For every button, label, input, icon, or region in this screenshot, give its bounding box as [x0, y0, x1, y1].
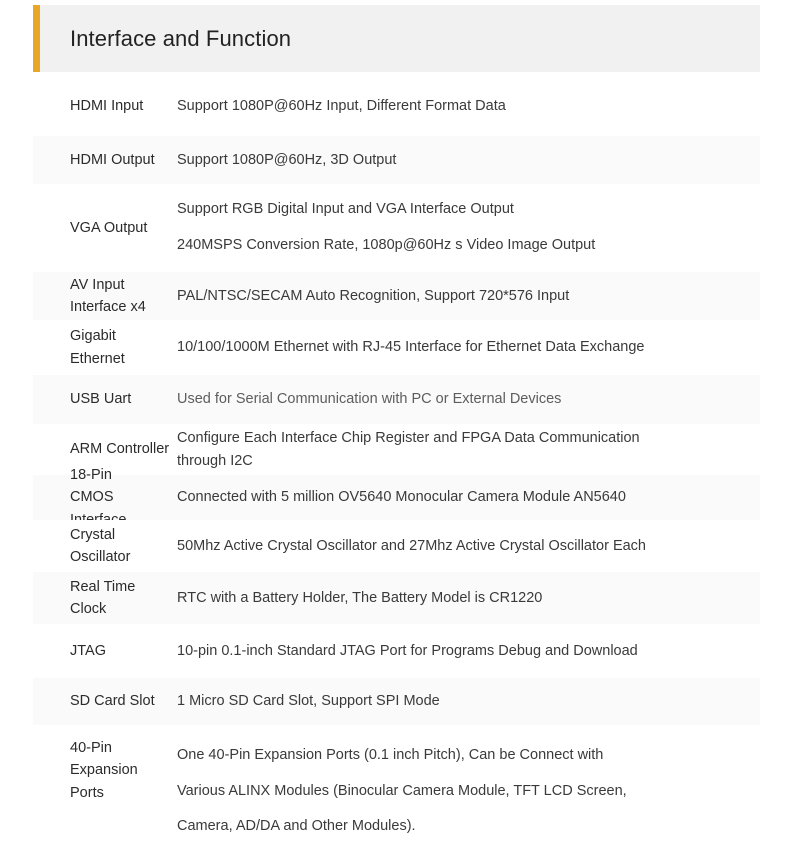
section-header: Interface and Function [33, 5, 760, 72]
row-label: Real Time Clock [70, 578, 136, 617]
row-description: Support RGB Digital Input and VGA Interf… [177, 201, 596, 253]
spec-sheet-page: Interface and Function HDMI Input Suppor… [0, 0, 790, 858]
row-description: One 40-Pin Expansion Ports (0.1 inch Pit… [177, 747, 627, 835]
row-description: 1 Micro SD Card Slot, Support SPI Mode [177, 693, 440, 710]
row-description: Support 1080P@60Hz Input, Different Form… [177, 97, 506, 114]
row-description: PAL/NTSC/SECAM Auto Recognition, Support… [177, 287, 570, 304]
table-row: SD Card Slot 1 Micro SD Card Slot, Suppo… [33, 678, 760, 725]
row-label: 40-Pin Expansion Ports [70, 740, 138, 801]
table-row: Gigabit Ethernet 10/100/1000M Ethernet w… [33, 320, 760, 375]
table-row: Crystal Oscillator 50Mhz Active Crystal … [33, 520, 760, 572]
row-label: Gigabit Ethernet [70, 328, 125, 367]
row-label: ARM Controller [70, 441, 170, 458]
table-row: Real Time Clock RTC with a Battery Holde… [33, 572, 760, 624]
table-row: USB Uart Used for Serial Communication w… [33, 375, 760, 424]
page-title: Interface and Function [70, 25, 292, 51]
row-label: AV Input Interface x4 [70, 276, 146, 315]
table-row: 18-Pin CMOS Interface Connected with 5 m… [33, 467, 760, 528]
row-description: 10-pin 0.1-inch Standard JTAG Port for P… [177, 642, 638, 659]
row-description: 10/100/1000M Ethernet with RJ-45 Interfa… [177, 339, 645, 356]
row-description: Connected with 5 million OV5640 Monocula… [177, 489, 626, 506]
row-description: Used for Serial Communication with PC or… [177, 391, 562, 408]
row-description: Configure Each Interface Chip Register a… [177, 430, 640, 469]
accent-bar-icon [33, 5, 40, 72]
table-row: HDMI Output Support 1080P@60Hz, 3D Outpu… [33, 136, 760, 184]
row-label: HDMI Input [70, 97, 144, 114]
table-row: VGA Output Support RGB Digital Input and… [33, 184, 760, 272]
row-label: JTAG [70, 642, 106, 659]
row-label: Crystal Oscillator [70, 526, 131, 565]
row-description: Support 1080P@60Hz, 3D Output [177, 151, 397, 168]
table-row: 40-Pin Expansion Ports One 40-Pin Expans… [33, 725, 760, 858]
row-label: HDMI Output [70, 151, 155, 168]
row-label: USB Uart [70, 391, 132, 408]
row-description: RTC with a Battery Holder, The Battery M… [177, 589, 543, 606]
row-label: VGA Output [70, 219, 148, 236]
row-label: SD Card Slot [70, 693, 155, 710]
row-description: 50Mhz Active Crystal Oscillator and 27Mh… [177, 537, 646, 554]
table-row: HDMI Input Support 1080P@60Hz Input, Dif… [33, 76, 760, 136]
table-row: AV Input Interface x4 PAL/NTSC/SECAM Aut… [33, 272, 760, 320]
table-row: JTAG 10-pin 0.1-inch Standard JTAG Port … [33, 624, 760, 678]
interface-function-table: HDMI Input Support 1080P@60Hz Input, Dif… [33, 76, 760, 858]
